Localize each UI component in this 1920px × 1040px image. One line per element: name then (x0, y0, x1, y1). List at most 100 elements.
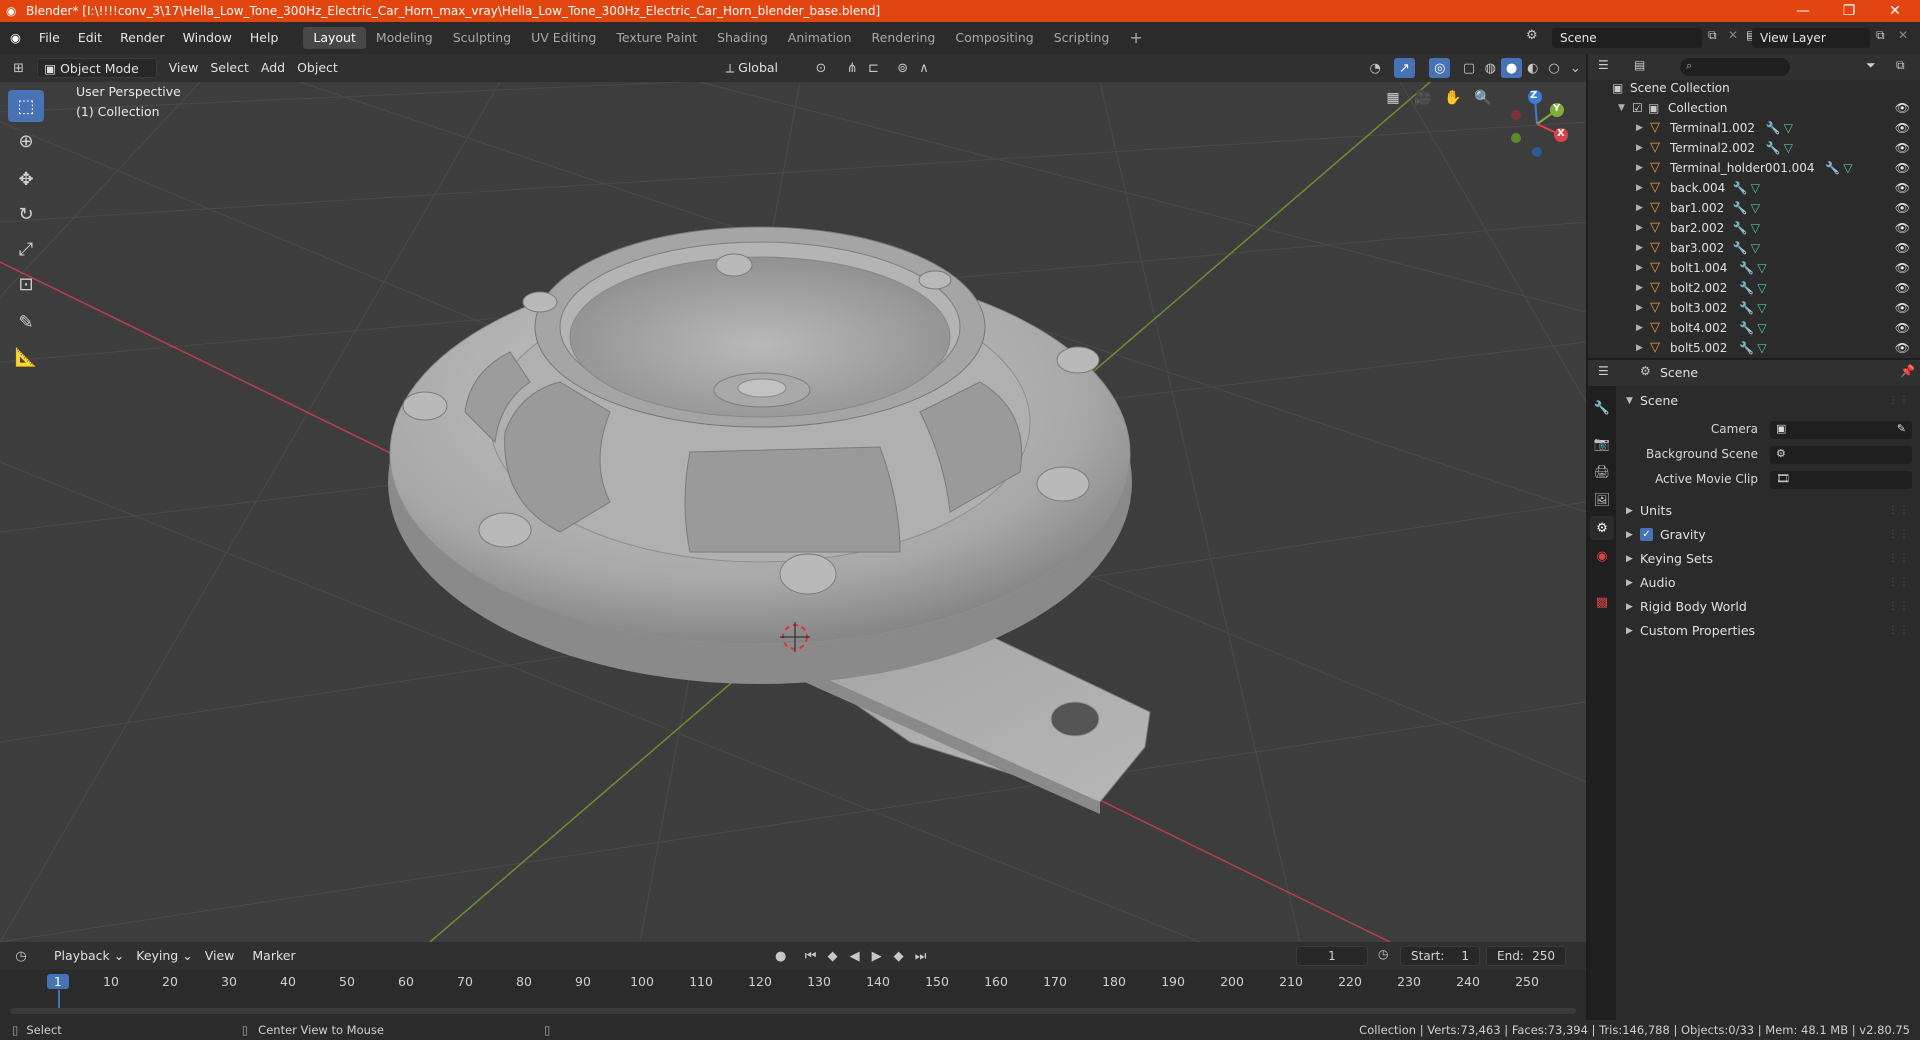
tab-layout[interactable]: Layout (303, 27, 366, 49)
visibility-eye-icon[interactable]: 👁 (1895, 318, 1910, 338)
outliner-object-row[interactable]: ▶ ▽ Terminal1.002 🔧 ▽ 👁 (1588, 118, 1920, 138)
menu-marker[interactable]: Marker (246, 946, 301, 966)
visibility-eye-icon[interactable]: 👁 (1895, 138, 1910, 158)
timeline-editor-type-icon[interactable]: ◷ (10, 946, 32, 966)
outliner-object-row[interactable]: ▶ ▽ bar1.002 🔧 ▽ 👁 (1588, 198, 1920, 218)
gravity-checkbox[interactable]: ✓ (1640, 528, 1653, 541)
visibility-eye-icon[interactable]: 👁 (1895, 98, 1910, 118)
minimize-button[interactable]: — (1780, 0, 1826, 22)
jump-end-icon[interactable]: ⏭ (910, 946, 932, 966)
move-tool-icon[interactable]: ✥ (8, 163, 44, 195)
menu-window[interactable]: Window (174, 27, 241, 49)
blender-menu-icon[interactable]: ◉ (0, 27, 30, 49)
annotate-tool-icon[interactable]: ✎ (8, 306, 44, 338)
expand-arrow-icon[interactable]: ▶ (1636, 158, 1643, 178)
visibility-eye-icon[interactable]: 👁 (1895, 178, 1910, 198)
menu-file[interactable]: File (30, 27, 69, 49)
modifier-wrench-icon[interactable]: 🔧 (1739, 278, 1754, 298)
modifier-wrench-icon[interactable]: 🔧 (1739, 318, 1754, 338)
play-icon[interactable]: ▶ (866, 946, 888, 966)
delete-view-layer-icon[interactable]: ✕ (1898, 28, 1908, 42)
drag-handle-icon[interactable]: ⋮⋮ (1888, 596, 1910, 618)
scene-browse-icon[interactable]: ⚙ (1526, 28, 1538, 43)
visibility-eye-icon[interactable]: 👁 (1895, 238, 1910, 258)
menu-playback[interactable]: Playback ⌄ (48, 946, 130, 966)
tab-scripting[interactable]: Scripting (1044, 27, 1120, 49)
playhead-line[interactable] (57, 990, 60, 1008)
end-frame-field[interactable]: End: 250 (1486, 946, 1566, 966)
modifier-wrench-icon[interactable]: 🔧 (1766, 118, 1781, 138)
mode-selector[interactable]: ▣ Object Mode ⌄ (37, 58, 157, 96)
modifier-wrench-icon[interactable]: 🔧 (1766, 138, 1781, 158)
scene-panel-header[interactable]: ▼ Scene ⋮⋮ (1616, 390, 1916, 412)
jump-start-icon[interactable]: ⏮ (800, 946, 822, 966)
scene-tab-icon[interactable]: ⚙ (1590, 516, 1614, 540)
menu-keying[interactable]: Keying ⌄ (130, 946, 198, 966)
modifier-wrench-icon[interactable]: 🔧 (1733, 198, 1748, 218)
material-shading-icon[interactable]: ◐ (1522, 58, 1543, 78)
mesh-data-icon[interactable]: ▽ (1751, 218, 1760, 238)
menu-view[interactable]: View (163, 58, 205, 78)
current-frame-field[interactable]: 1 (1296, 946, 1368, 966)
tab-rendering[interactable]: Rendering (862, 27, 946, 49)
menu-select[interactable]: Select (204, 58, 255, 78)
pan-hand-icon[interactable]: ✋ (1440, 85, 1466, 111)
add-workspace-icon[interactable]: + (1119, 27, 1152, 49)
mesh-data-icon[interactable]: ▽ (1751, 178, 1760, 198)
outliner-object-row[interactable]: ▶ ▽ bar3.002 🔧 ▽ 👁 (1588, 238, 1920, 258)
xray-toggle-icon[interactable]: ▢ (1458, 58, 1479, 78)
outliner-object-row[interactable]: ▶ ▽ bolt5.002 🔧 ▽ 👁 (1588, 338, 1920, 358)
next-keyframe-icon[interactable]: ◆ (888, 946, 910, 966)
selectability-icon[interactable]: ◔ (1365, 58, 1386, 78)
menu-timeline-view[interactable]: View (199, 946, 241, 966)
3d-viewport[interactable]: Z Y X User Perspective (1) Collection ▦ … (0, 82, 1586, 942)
modifier-wrench-icon[interactable]: 🔧 (1739, 298, 1754, 318)
eyedropper-icon[interactable]: ✎ (1897, 422, 1906, 435)
render-tab-icon[interactable]: 📷 (1590, 432, 1614, 456)
mesh-data-icon[interactable]: ▽ (1757, 318, 1766, 338)
display-mode-icon[interactable]: ▤ (1634, 58, 1645, 72)
transform-tool-icon[interactable]: ⊡ (8, 268, 44, 300)
view-layer-selector[interactable]: View Layer (1752, 28, 1870, 48)
transform-orientation-selector[interactable]: ⟂ Global ⌄ (720, 58, 796, 95)
outliner-object-row[interactable]: ▶ ▽ Terminal_holder001.004 🔧 ▽ 👁 (1588, 158, 1920, 178)
background-scene-field[interactable]: ⚙ (1770, 446, 1912, 464)
stopwatch-icon[interactable]: ◷ (1378, 947, 1388, 961)
expand-arrow-icon[interactable]: ▶ (1636, 318, 1643, 338)
outliner-search-input[interactable]: ⌕ (1680, 58, 1790, 76)
view-layer-tab-icon[interactable]: 🖼 (1590, 488, 1614, 512)
outliner-object-row[interactable]: ▶ ▽ bolt4.002 🔧 ▽ 👁 (1588, 318, 1920, 338)
visibility-eye-icon[interactable]: 👁 (1895, 258, 1910, 278)
tool-tab-icon[interactable]: 🔧 (1590, 396, 1614, 420)
active-movie-clip-field[interactable]: 🎞 (1770, 471, 1912, 489)
rendered-shading-icon[interactable]: ○ (1543, 58, 1564, 78)
zoom-icon[interactable]: 🔍 (1470, 85, 1496, 111)
start-frame-field[interactable]: Start: 1 (1400, 946, 1480, 966)
wireframe-shading-icon[interactable]: ◍ (1480, 58, 1501, 78)
drag-handle-icon[interactable]: ⋮⋮ (1888, 390, 1910, 412)
subpanel-rigid-body-world[interactable]: ▶ Rigid Body World ⋮⋮ (1616, 596, 1916, 618)
overlays-toggle-icon[interactable]: ◎ (1429, 58, 1451, 78)
modifier-wrench-icon[interactable]: 🔧 (1733, 178, 1748, 198)
world-tab-icon[interactable]: ◉ (1590, 544, 1614, 568)
menu-render[interactable]: Render (111, 27, 174, 49)
tab-uv-editing[interactable]: UV Editing (521, 27, 606, 49)
camera-field[interactable]: ▣ ✎ (1770, 421, 1912, 439)
expand-arrow-icon[interactable]: ▶ (1636, 338, 1643, 358)
new-collection-icon[interactable]: ⧉ (1896, 58, 1905, 73)
subpanel-units[interactable]: ▶ Units ⋮⋮ (1616, 500, 1916, 522)
subpanel-gravity[interactable]: ▶ ✓ Gravity ⋮⋮ (1616, 524, 1916, 546)
scene-selector[interactable]: Scene (1552, 28, 1702, 48)
solid-shading-icon[interactable]: ● (1500, 58, 1523, 78)
mesh-data-icon[interactable]: ▽ (1843, 158, 1852, 178)
new-view-layer-icon[interactable]: ⧉ (1876, 28, 1885, 43)
modifier-wrench-icon[interactable]: 🔧 (1825, 158, 1840, 178)
snap-icon[interactable]: ⋔ (842, 58, 863, 78)
tab-shading[interactable]: Shading (707, 27, 778, 49)
visibility-eye-icon[interactable]: 👁 (1895, 198, 1910, 218)
menu-object[interactable]: Object (291, 58, 344, 78)
checkbox-icon[interactable]: ☑ (1632, 98, 1643, 118)
visibility-eye-icon[interactable]: 👁 (1895, 278, 1910, 298)
mesh-data-icon[interactable]: ▽ (1757, 258, 1766, 278)
expand-arrow-icon[interactable]: ▶ (1636, 298, 1643, 318)
